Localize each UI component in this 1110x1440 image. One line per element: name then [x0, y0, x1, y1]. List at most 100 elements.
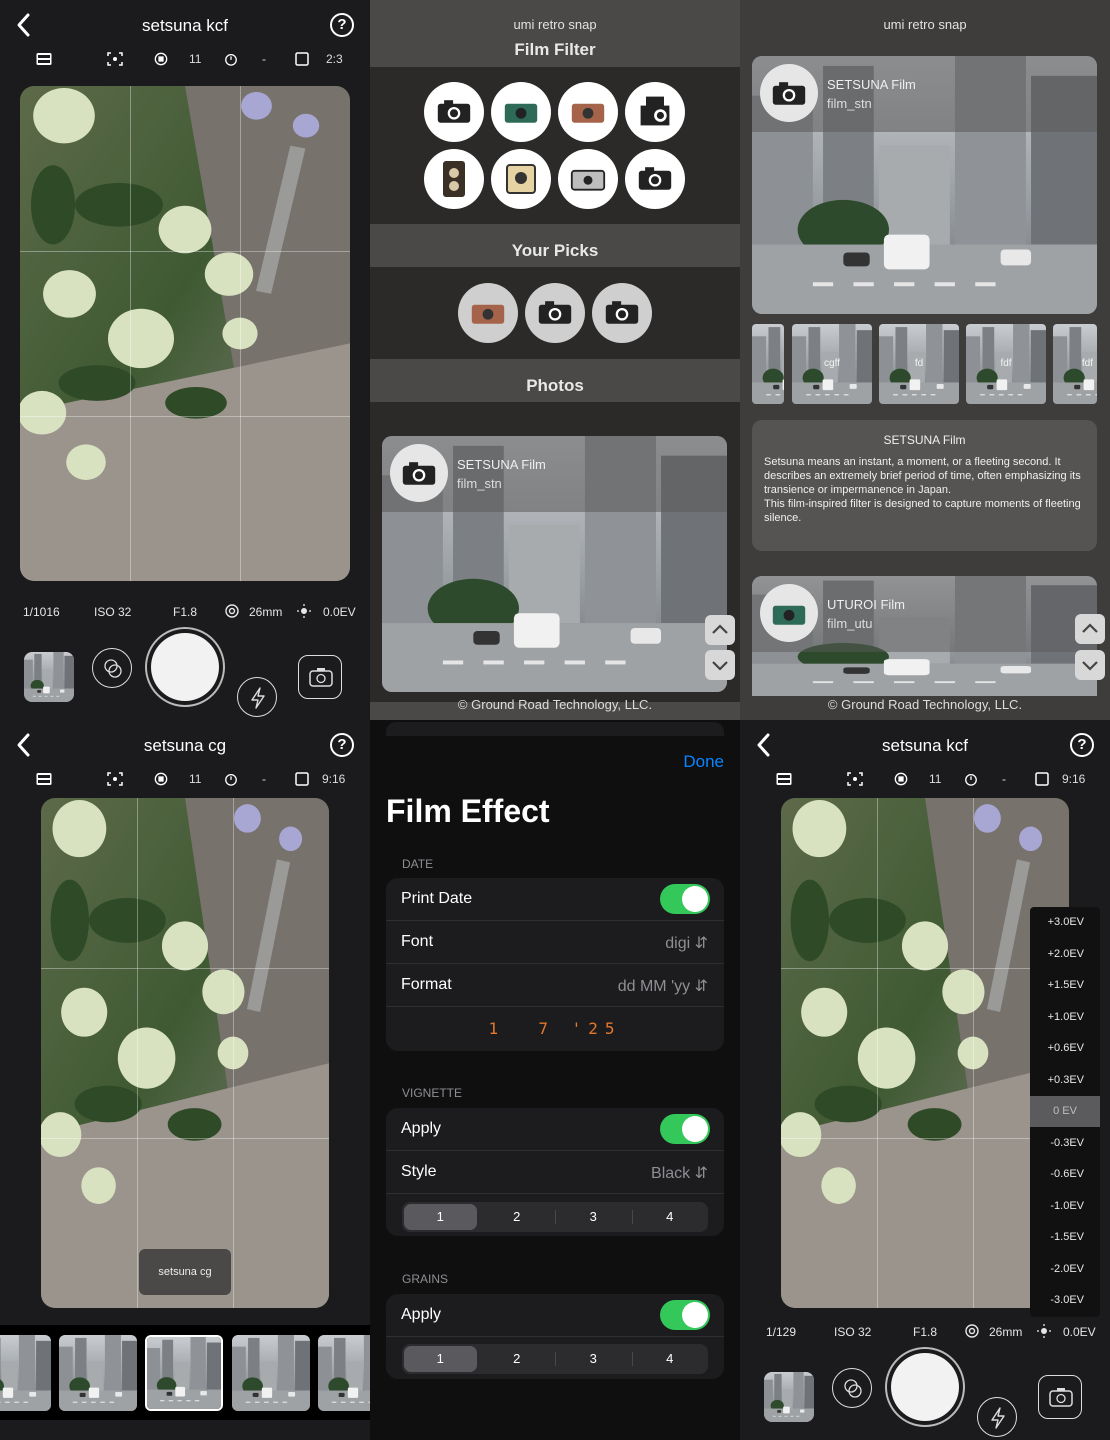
viewfinder[interactable]: setsuna cg	[41, 798, 329, 1308]
pick-camera-3[interactable]	[592, 283, 652, 343]
aperture-value[interactable]: F1.8	[173, 605, 197, 619]
focal-length[interactable]: 26mm	[989, 1325, 1022, 1339]
sample-thumbnail[interactable]: cgff	[792, 324, 872, 404]
font-picker[interactable]: digi ⇵	[665, 933, 708, 953]
ev-option[interactable]: +0.6EV	[1030, 1033, 1100, 1064]
aspect-ratio-icon[interactable]	[1034, 772, 1050, 786]
film-camera-6[interactable]	[491, 149, 551, 209]
format-picker[interactable]: dd MM 'yy ⇵	[618, 976, 708, 996]
sample-thumbnail[interactable]: fd	[879, 324, 959, 404]
filter-button[interactable]	[832, 1368, 872, 1408]
style-picker[interactable]: Black ⇵	[651, 1163, 708, 1183]
iso-value[interactable]: ISO 32	[94, 605, 131, 619]
format-row[interactable]: Format dd MM 'yy ⇵	[386, 964, 724, 1007]
vignette-style-row[interactable]: Style Black ⇵	[386, 1151, 724, 1194]
exposure-scale[interactable]: +3.0EV +2.0EV +1.5EV +1.0EV +0.6EV +0.3E…	[1030, 907, 1100, 1317]
switch-camera-button[interactable]	[298, 655, 342, 699]
shutter-button[interactable]	[151, 633, 219, 701]
ev-option[interactable]: +2.0EV	[1030, 939, 1100, 970]
scroll-down-button[interactable]	[705, 650, 735, 680]
film-icon[interactable]	[36, 772, 52, 786]
timer-icon[interactable]	[963, 772, 979, 786]
viewfinder[interactable]	[20, 86, 350, 581]
scroll-up-button[interactable]	[1075, 614, 1105, 644]
film-camera-4[interactable]	[625, 82, 685, 142]
vignette-apply-toggle[interactable]	[660, 1114, 710, 1144]
iso-icon[interactable]	[893, 772, 909, 786]
timer-icon[interactable]	[223, 772, 239, 786]
help-icon[interactable]: ?	[1070, 733, 1094, 757]
film-camera-1[interactable]	[424, 82, 484, 142]
focus-icon[interactable]	[107, 52, 123, 66]
segment-2[interactable]: 2	[479, 1202, 556, 1232]
film-icon[interactable]	[776, 772, 792, 786]
segment-3[interactable]: 3	[555, 1344, 632, 1374]
sample-thumbnail[interactable]	[752, 324, 784, 404]
focal-length[interactable]: 26mm	[249, 605, 282, 619]
ev-option[interactable]: -1.5EV	[1030, 1222, 1100, 1253]
filter-thumbnail-selected[interactable]	[145, 1335, 223, 1411]
film-camera-5[interactable]	[424, 149, 484, 209]
sample-thumbnail[interactable]: fdf	[1053, 324, 1097, 404]
font-row[interactable]: Font digi ⇵	[386, 921, 724, 964]
segment-3[interactable]: 3	[555, 1202, 632, 1232]
segment-1[interactable]: 1	[404, 1346, 477, 1372]
done-button[interactable]: Done	[683, 752, 724, 772]
flash-button[interactable]	[977, 1397, 1017, 1437]
ev-option[interactable]: -1.0EV	[1030, 1191, 1100, 1222]
help-icon[interactable]: ?	[330, 13, 354, 37]
ev-option[interactable]: -3.0EV	[1030, 1285, 1100, 1316]
shutter-speed[interactable]: 1/1016	[23, 605, 60, 619]
filter-thumbnail[interactable]	[0, 1335, 51, 1411]
segment-4[interactable]: 4	[632, 1202, 709, 1232]
filter-thumbnail[interactable]	[59, 1335, 137, 1411]
viewfinder[interactable]	[781, 798, 1069, 1308]
film-camera-3[interactable]	[558, 82, 618, 142]
ev-option[interactable]: +1.5EV	[1030, 970, 1100, 1001]
filter-button[interactable]	[92, 648, 132, 688]
grains-apply-toggle[interactable]	[660, 1300, 710, 1330]
segment-2[interactable]: 2	[479, 1344, 556, 1374]
scroll-down-button[interactable]	[1075, 650, 1105, 680]
film-camera-2[interactable]	[491, 82, 551, 142]
help-icon[interactable]: ?	[330, 733, 354, 757]
film-card-uturoi[interactable]: UTUROI Film film_utu	[752, 576, 1097, 696]
ev-option-selected[interactable]: 0 EV	[1030, 1096, 1100, 1127]
aperture-value[interactable]: F1.8	[913, 1325, 937, 1339]
filter-thumbnail[interactable]	[232, 1335, 310, 1411]
ev-option[interactable]: +1.0EV	[1030, 1002, 1100, 1033]
pick-camera-2[interactable]	[525, 283, 585, 343]
segment-4[interactable]: 4	[632, 1344, 709, 1374]
focus-icon[interactable]	[107, 772, 123, 786]
ev-option[interactable]: +0.3EV	[1030, 1065, 1100, 1096]
ev-option[interactable]: +3.0EV	[1030, 907, 1100, 938]
sample-thumbnail[interactable]: fdf	[966, 324, 1046, 404]
shutter-button[interactable]	[891, 1353, 959, 1421]
flash-button[interactable]	[237, 677, 277, 717]
film-icon[interactable]	[36, 52, 52, 66]
exposure-value[interactable]: 0.0EV	[323, 605, 356, 619]
focus-icon[interactable]	[847, 772, 863, 786]
timer-icon[interactable]	[223, 52, 239, 66]
ev-option[interactable]: -0.6EV	[1030, 1159, 1100, 1190]
switch-camera-button[interactable]	[1038, 1375, 1082, 1419]
ev-option[interactable]: -2.0EV	[1030, 1254, 1100, 1285]
film-preview-card[interactable]: SETSUNA Film film_stn	[752, 56, 1097, 314]
film-card-setsuna[interactable]: SETSUNA Film film_stn	[382, 436, 727, 692]
aspect-ratio-icon[interactable]	[294, 772, 310, 786]
iso-icon[interactable]	[153, 772, 169, 786]
shutter-speed[interactable]: 1/129	[766, 1325, 796, 1339]
last-photo-thumbnail[interactable]	[24, 652, 74, 702]
iso-value[interactable]: ISO 32	[834, 1325, 871, 1339]
pick-camera-1[interactable]	[458, 283, 518, 343]
segment-1[interactable]: 1	[404, 1204, 477, 1230]
last-photo-thumbnail[interactable]	[764, 1372, 814, 1422]
film-camera-7[interactable]	[558, 149, 618, 209]
print-date-toggle[interactable]	[660, 884, 710, 914]
film-camera-8[interactable]	[625, 149, 685, 209]
aspect-ratio-icon[interactable]	[294, 52, 310, 66]
scroll-up-button[interactable]	[705, 615, 735, 645]
ev-option[interactable]: -0.3EV	[1030, 1128, 1100, 1159]
iso-icon[interactable]	[153, 52, 169, 66]
filter-thumbnail[interactable]	[318, 1335, 370, 1411]
